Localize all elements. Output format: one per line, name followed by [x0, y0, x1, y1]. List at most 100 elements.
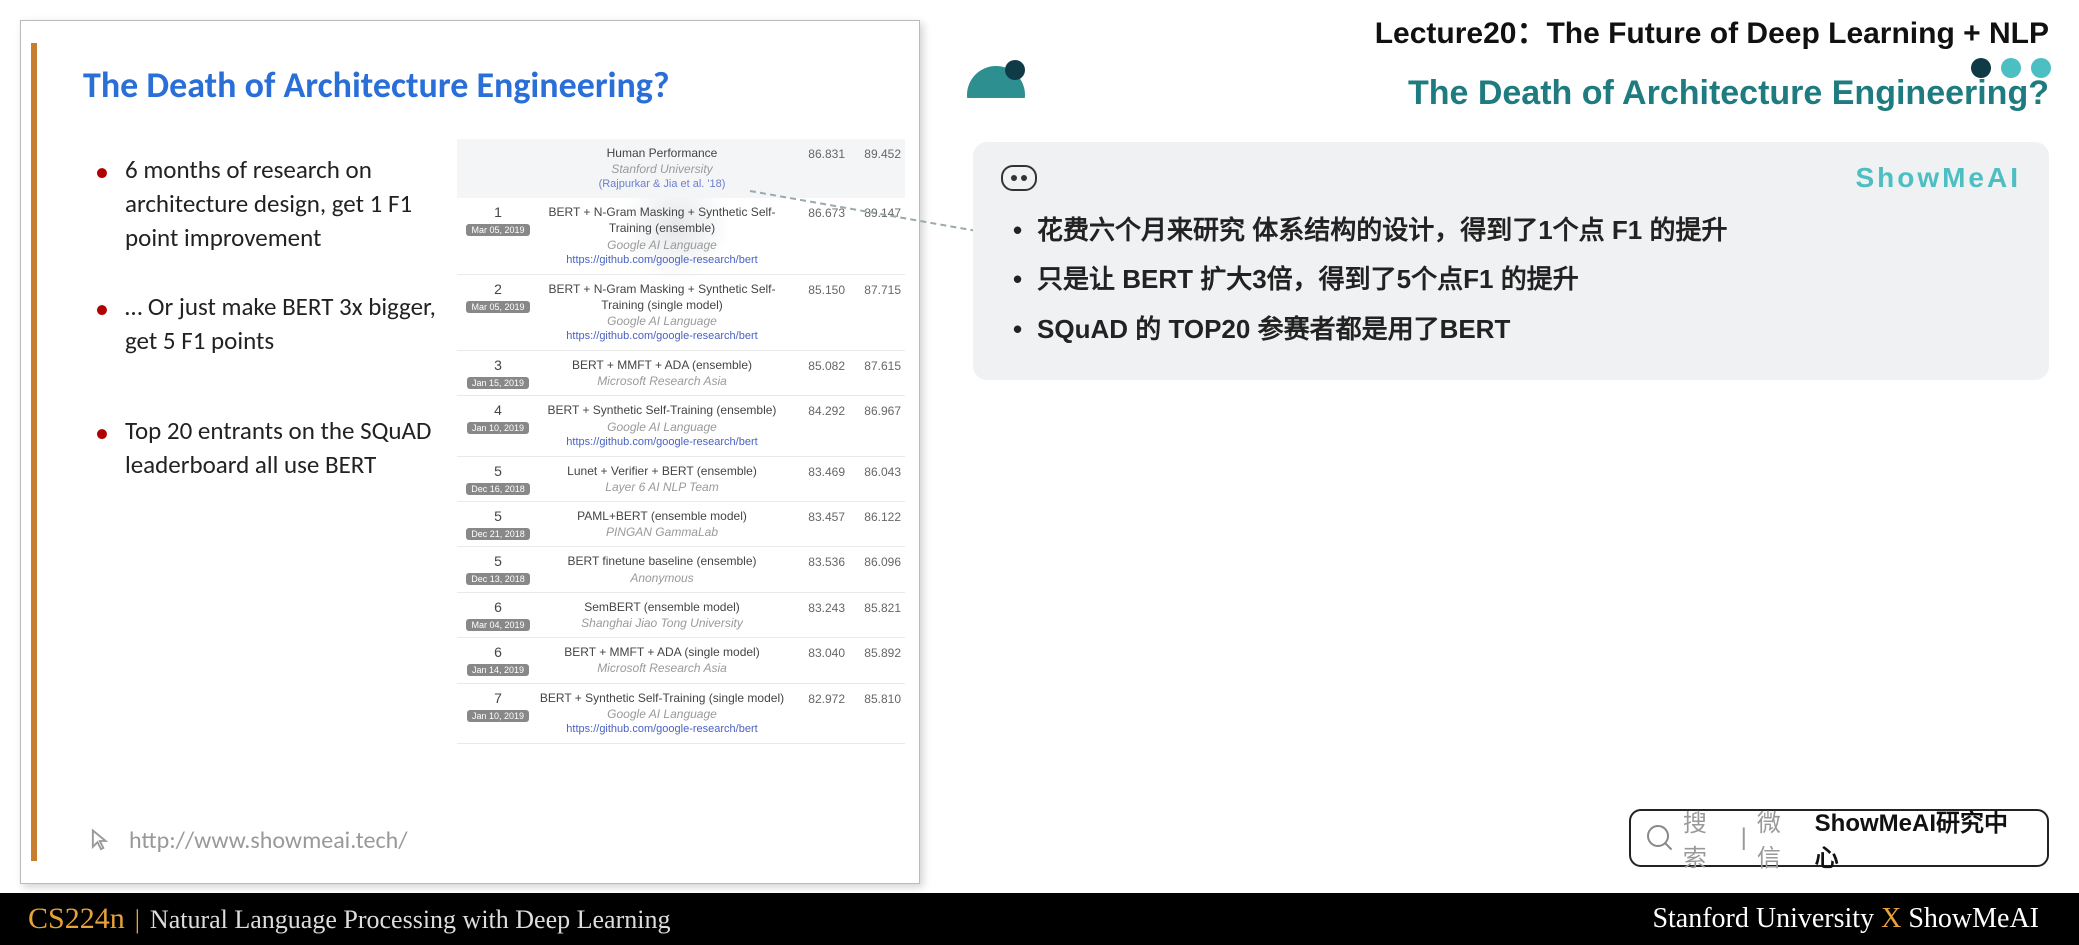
lb-name: SemBERT (ensemble model): [535, 599, 789, 615]
lb-f1: 87.715: [845, 281, 901, 344]
brand-label: ShowMeAI: [1855, 162, 2021, 194]
lb-em: 84.292: [789, 402, 845, 449]
lb-name: BERT + N-Gram Masking + Synthetic Self-T…: [535, 281, 789, 313]
leaderboard-row: 5 Dec 21, 2018 PAML+BERT (ensemble model)P…: [457, 502, 905, 547]
lb-rank: 3: [494, 357, 502, 373]
search-box[interactable]: 搜索 | 微信 ShowMeAI研究中心: [1629, 809, 2049, 867]
lb-date: Jan 14, 2019: [467, 664, 529, 676]
lb-org: Google AI Language: [535, 237, 789, 253]
footer-bar: CS224n | Natural Language Processing wit…: [0, 893, 2079, 945]
leaderboard-row: 6 Mar 04, 2019 SemBERT (ensemble model)Sha…: [457, 593, 905, 638]
lb-f1: 87.615: [845, 357, 901, 389]
card-bullet: SQuAD 的 TOP20 参赛者都是用了BERT: [1007, 305, 2021, 354]
lb-org: Google AI Language: [535, 313, 789, 329]
lb-name: Lunet + Verifier + BERT (ensemble): [535, 463, 789, 479]
leaderboard-row: 1 Mar 05, 2019 BERT + N-Gram Masking + Syn…: [457, 198, 905, 274]
lb-f1: 86.043: [845, 463, 901, 495]
lb-em: 83.040: [789, 644, 845, 676]
slide-title: The Death of Architecture Engineering?: [83, 63, 670, 107]
lb-link: https://github.com/google-research/bert: [535, 435, 789, 450]
lb-link: https://github.com/google-research/bert: [535, 722, 789, 737]
lb-f1: 89.452: [845, 145, 901, 192]
lb-name: BERT + MMFT + ADA (ensemble): [535, 357, 789, 373]
lb-date: Jan 10, 2019: [467, 710, 529, 722]
lb-em: 85.082: [789, 357, 845, 389]
slide-link-text: http://www.showmeai.tech/: [129, 826, 407, 855]
lb-em: 85.150: [789, 281, 845, 344]
slide-footer-link: http://www.showmeai.tech/: [87, 826, 407, 855]
leaderboard-row: 7 Jan 10, 2019 BERT + Synthetic Self-Train…: [457, 684, 905, 744]
lb-rank: 6: [494, 644, 502, 660]
search-sep: |: [1741, 824, 1747, 852]
lb-org: Shanghai Jiao Tong University: [535, 615, 789, 631]
lb-em: 86.673: [789, 204, 845, 267]
course-name: Natural Language Processing with Deep Le…: [150, 905, 671, 935]
lb-em: 83.469: [789, 463, 845, 495]
footer-brand: ShowMeAI: [1908, 903, 2039, 934]
footer-x: X: [1881, 903, 1901, 934]
slide-bullet: … Or just make BERT 3x bigger, get 5 F1 …: [95, 290, 455, 358]
lb-org: Stanford University: [535, 161, 789, 177]
lb-name: BERT + Synthetic Self-Training (single m…: [535, 690, 789, 706]
lb-rank: 4: [494, 402, 502, 418]
card-bullet: 花费六个月来研究 体系结构的设计，得到了1个点 F1 的提升: [1007, 206, 2021, 255]
leaderboard-row: 6 Jan 14, 2019 BERT + MMFT + ADA (single m…: [457, 638, 905, 683]
search-hint-1: 搜索: [1683, 803, 1731, 873]
lb-name: PAML+BERT (ensemble model): [535, 508, 789, 524]
lb-name: BERT finetune baseline (ensemble): [535, 553, 789, 569]
lb-date: Dec 13, 2018: [466, 573, 530, 585]
lb-em: 83.457: [789, 508, 845, 540]
card-bullet: 只是让 BERT 扩大3倍，得到了5个点F1 的提升: [1007, 255, 2021, 304]
lb-org: Google AI Language: [535, 706, 789, 722]
search-icon: [1647, 825, 1673, 851]
lb-org: PINGAN GammaLab: [535, 524, 789, 540]
slide-bullet: 6 months of research on architecture des…: [95, 153, 455, 254]
decorative-swoosh: [967, 60, 1027, 120]
lb-org: Layer 6 AI NLP Team: [535, 479, 789, 495]
lb-f1: 86.122: [845, 508, 901, 540]
lb-name: BERT + MMFT + ADA (single model): [535, 644, 789, 660]
leaderboard-row: 2Mar 05, 2019BERT + N-Gram Masking + Syn…: [457, 275, 905, 351]
lb-org: Microsoft Research Asia: [535, 660, 789, 676]
lb-date: Mar 05, 2019: [466, 224, 529, 236]
lb-f1: 85.810: [845, 690, 901, 737]
lb-em: 83.243: [789, 599, 845, 631]
footer-uni: Stanford University: [1652, 903, 1874, 934]
lb-name: BERT + Synthetic Self-Training (ensemble…: [535, 402, 789, 418]
squad-leaderboard: Human Performance Stanford University (R…: [457, 139, 905, 744]
lb-date: Jan 10, 2019: [467, 422, 529, 434]
course-code: CS224n: [28, 902, 125, 936]
lb-f1: 85.892: [845, 644, 901, 676]
lb-em: 86.831: [789, 145, 845, 192]
lb-f1: 85.821: [845, 599, 901, 631]
lb-rank: 6: [494, 599, 502, 615]
search-hint-2: 微信: [1757, 803, 1805, 873]
lb-rank: 5: [494, 553, 502, 569]
lb-f1: 86.096: [845, 553, 901, 585]
lb-name: BERT + N-Gram Masking + Synthetic Self-T…: [535, 204, 789, 236]
lb-org: Google AI Language: [535, 419, 789, 435]
lb-name: Human Performance: [535, 145, 789, 161]
lb-link: https://github.com/google-research/bert: [535, 329, 789, 344]
embedded-slide: The Death of Architecture Engineering? 6…: [20, 20, 920, 884]
leaderboard-row: 5 Dec 16, 2018 Lunet + Verifier + BERT (en…: [457, 457, 905, 502]
leaderboard-row: 4 Jan 10, 2019 BERT + Synthetic Self-Train…: [457, 396, 905, 456]
ai-icon: [1001, 165, 1037, 191]
lecture-title: Lecture20：The Future of Deep Learning + …: [1375, 8, 2049, 52]
lb-em: 82.972: [789, 690, 845, 737]
lb-em: 83.536: [789, 553, 845, 585]
slide-bullets: 6 months of research on architecture des…: [95, 153, 455, 517]
lb-date: Mar 04, 2019: [466, 619, 529, 631]
lb-rank: 5: [494, 463, 502, 479]
section-title: The Death of Architecture Engineering?: [1037, 74, 2049, 113]
lb-date: Dec 21, 2018: [466, 528, 530, 540]
lb-date: Jan 15, 2019: [467, 377, 529, 389]
card-bullets: 花费六个月来研究 体系结构的设计，得到了1个点 F1 的提升 只是让 BERT …: [1001, 206, 2021, 354]
lb-date: Mar 05, 2019: [466, 301, 529, 313]
leaderboard-row: 3 Jan 15, 2019 BERT + MMFT + ADA (ensemble…: [457, 351, 905, 396]
lb-rank: 1: [494, 204, 502, 220]
lb-rank: 5: [494, 508, 502, 524]
translation-card: ShowMeAI 花费六个月来研究 体系结构的设计，得到了1个点 F1 的提升 …: [973, 142, 2049, 380]
lb-rank: 7: [494, 690, 502, 706]
lb-date: Dec 16, 2018: [466, 483, 530, 495]
